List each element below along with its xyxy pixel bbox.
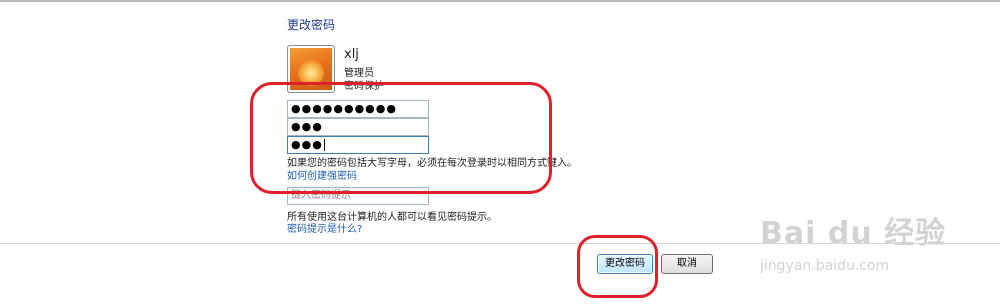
page-title: 更改密码: [287, 18, 336, 32]
user-name: xlj: [344, 47, 359, 62]
watermark-url: jingyan.baidu.com: [760, 258, 890, 274]
watermark-logo: Bai du 经验: [760, 216, 947, 251]
top-border: [0, 0, 1000, 2]
baidu-watermark: Bai du 经验 jingyan.baidu.com: [760, 208, 946, 274]
annotation-circle-fields: [250, 82, 552, 194]
cancel-button[interactable]: 取消: [661, 254, 713, 274]
password-hint-link[interactable]: 密码提示是什么?: [287, 220, 362, 235]
annotation-circle-button: [577, 235, 658, 298]
